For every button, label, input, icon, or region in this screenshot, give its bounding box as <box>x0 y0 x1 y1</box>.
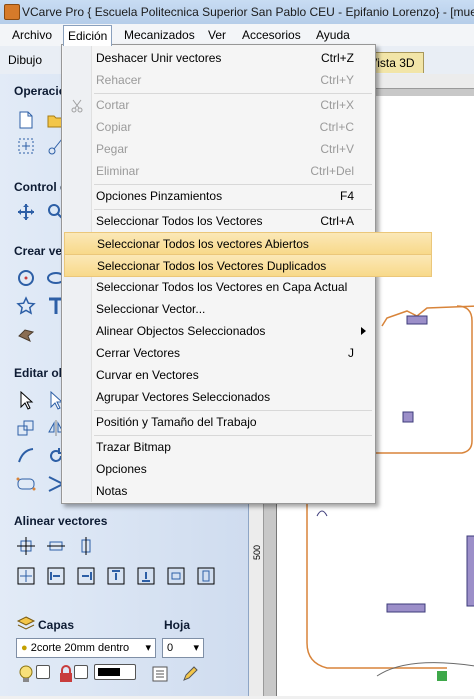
menu-item-snap-options[interactable]: Opciones Pinzamientos F4 <box>63 185 374 207</box>
align-vertical-center-icon[interactable] <box>76 536 96 556</box>
distort-icon[interactable] <box>16 446 36 466</box>
menu-item-notes[interactable]: Notas <box>63 480 374 502</box>
menu-ayuda[interactable]: Ayuda <box>312 26 354 44</box>
section-alinear: Alinear vectores <box>14 514 108 528</box>
edit-menu-dropdown: Deshacer Unir vectores Ctrl+Z Rehacer Ct… <box>61 44 432 504</box>
lightbulb-icon: ● <box>21 642 28 654</box>
menu-item-align-objects[interactable]: Alinear Objectos Seleccionados <box>63 320 374 342</box>
star-tool-icon[interactable] <box>16 296 36 316</box>
menu-archivo[interactable]: Archivo <box>8 26 56 44</box>
window-title: VCarve Pro { Escuela Politecnica Superio… <box>22 5 474 19</box>
align-left-icon[interactable] <box>46 566 66 586</box>
bitmap-trace-icon[interactable] <box>16 324 36 344</box>
menu-item-close-vectors[interactable]: Cerrar Vectores J <box>63 342 374 364</box>
menu-item-select-all[interactable]: Seleccionar Todos los Vectores Ctrl+A <box>63 210 374 232</box>
menu-mecanizados[interactable]: Mecanizados <box>120 26 199 44</box>
scissors-icon <box>70 98 84 113</box>
layer-visible-checkbox[interactable] <box>36 665 50 679</box>
select-pointer-icon[interactable] <box>16 390 36 410</box>
capas-label: Capas <box>38 618 75 632</box>
scale-icon[interactable] <box>16 418 36 438</box>
menu-item-group-vectors[interactable]: Agrupar Vectores Seleccionados <box>63 386 374 408</box>
ruler-tick-label: 500 <box>252 544 262 560</box>
menu-item-trace-bitmap[interactable]: Trazar Bitmap <box>63 436 374 458</box>
weld-icon[interactable] <box>16 474 36 494</box>
menu-edicion[interactable]: Edición <box>63 25 113 46</box>
layer-visible-icon[interactable] <box>16 664 33 682</box>
menu-item-redo[interactable]: Rehacer Ctrl+Y <box>63 69 374 91</box>
menu-item-select-open[interactable]: Seleccionar Todos los vectores Abiertos <box>64 232 432 255</box>
menu-accesorios[interactable]: Accesorios <box>238 26 305 44</box>
menu-item-select-layer[interactable]: Seleccionar Todos los Vectores en Capa A… <box>63 276 374 298</box>
align-center-icon[interactable] <box>16 536 36 556</box>
submenu-arrow-icon <box>361 327 366 335</box>
align-bottom-icon[interactable] <box>136 566 156 586</box>
app-icon <box>4 4 20 20</box>
lock-icon[interactable] <box>56 664 72 682</box>
menu-item-job-size[interactable]: Positión y Tamaño del Trabajo <box>63 411 374 433</box>
menu-item-copy[interactable]: Copiar Ctrl+C <box>63 116 374 138</box>
menu-item-undo[interactable]: Deshacer Unir vectores Ctrl+Z <box>63 47 374 69</box>
menu-item-options[interactable]: Opciones <box>63 458 374 480</box>
menu-item-select-vector[interactable]: Seleccionar Vector... <box>63 298 374 320</box>
chevron-down-icon: ▾ <box>193 642 199 654</box>
sheet-select-value: 0 <box>167 642 174 654</box>
tab-dibujo[interactable]: Dibujo <box>8 51 42 69</box>
chevron-down-icon: ▾ <box>145 642 151 654</box>
circle-tool-icon[interactable] <box>16 268 36 288</box>
align-right-icon[interactable] <box>76 566 96 586</box>
menu-item-curve-vectors[interactable]: Curvar en Vectores <box>63 364 374 386</box>
layer-manager-icon[interactable] <box>150 664 168 682</box>
layer-select[interactable]: ● 2corte 20mm dentro ▾ <box>16 638 156 658</box>
align-horizontal-center-icon[interactable] <box>46 536 66 556</box>
align-top-icon[interactable] <box>106 566 126 586</box>
menu-item-cut[interactable]: Cortar Ctrl+X <box>63 94 374 116</box>
layers-icon <box>16 614 36 630</box>
layer-select-value: 2corte 20mm dentro <box>30 642 130 654</box>
center-vertical-icon[interactable] <box>196 566 216 586</box>
menu-item-paste[interactable]: Pegar Ctrl+V <box>63 138 374 160</box>
hoja-label: Hoja <box>164 618 191 632</box>
menu-item-select-duplicates[interactable]: Seleccionar Todos los Vectores Duplicado… <box>64 254 432 277</box>
center-horizontal-icon[interactable] <box>166 566 186 586</box>
menu-ver[interactable]: Ver <box>204 26 230 44</box>
pencil-icon[interactable] <box>180 664 198 681</box>
pan-icon[interactable] <box>16 202 36 222</box>
layer-lock-checkbox[interactable] <box>74 665 88 679</box>
new-file-icon[interactable] <box>16 110 36 130</box>
sheet-select[interactable]: 0 ▾ <box>162 638 204 658</box>
job-setup-icon[interactable] <box>16 136 36 156</box>
layer-color-picker[interactable] <box>94 664 136 680</box>
align-page-center-icon[interactable] <box>16 566 36 586</box>
menu-item-delete[interactable]: Eliminar Ctrl+Del <box>63 160 374 182</box>
